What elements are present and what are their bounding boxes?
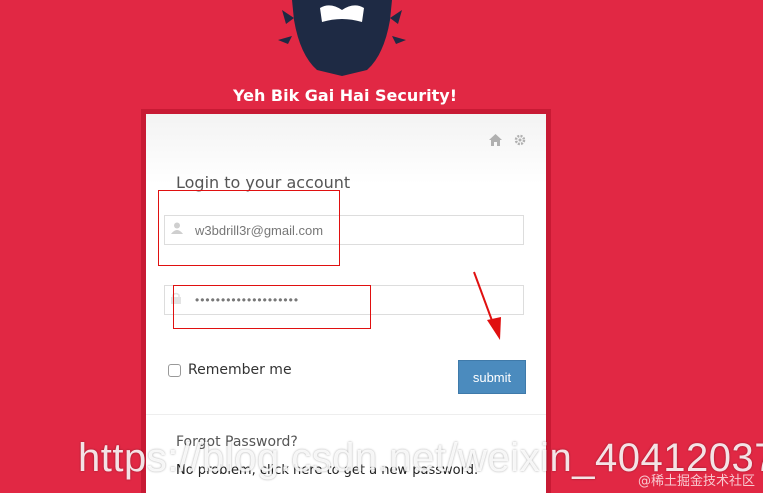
remember-checkbox[interactable] — [168, 363, 181, 377]
remember-label: Remember me — [188, 362, 292, 378]
brand-title: Yeh Bik Gai Hai Security! — [232, 86, 458, 105]
panel-icons — [489, 134, 526, 148]
annotation-box-password — [173, 285, 371, 329]
gear-icon[interactable] — [514, 134, 526, 148]
bearded-face-logo — [278, 0, 406, 76]
annotation-box-email — [158, 190, 340, 266]
home-icon[interactable] — [489, 134, 502, 148]
watermark-mark: @稀土掘金技术社区 — [637, 474, 755, 489]
remember-me[interactable]: Remember me — [168, 362, 292, 378]
submit-button[interactable]: submit — [458, 360, 526, 394]
divider — [146, 414, 546, 415]
annotation-arrow-icon — [473, 271, 501, 340]
